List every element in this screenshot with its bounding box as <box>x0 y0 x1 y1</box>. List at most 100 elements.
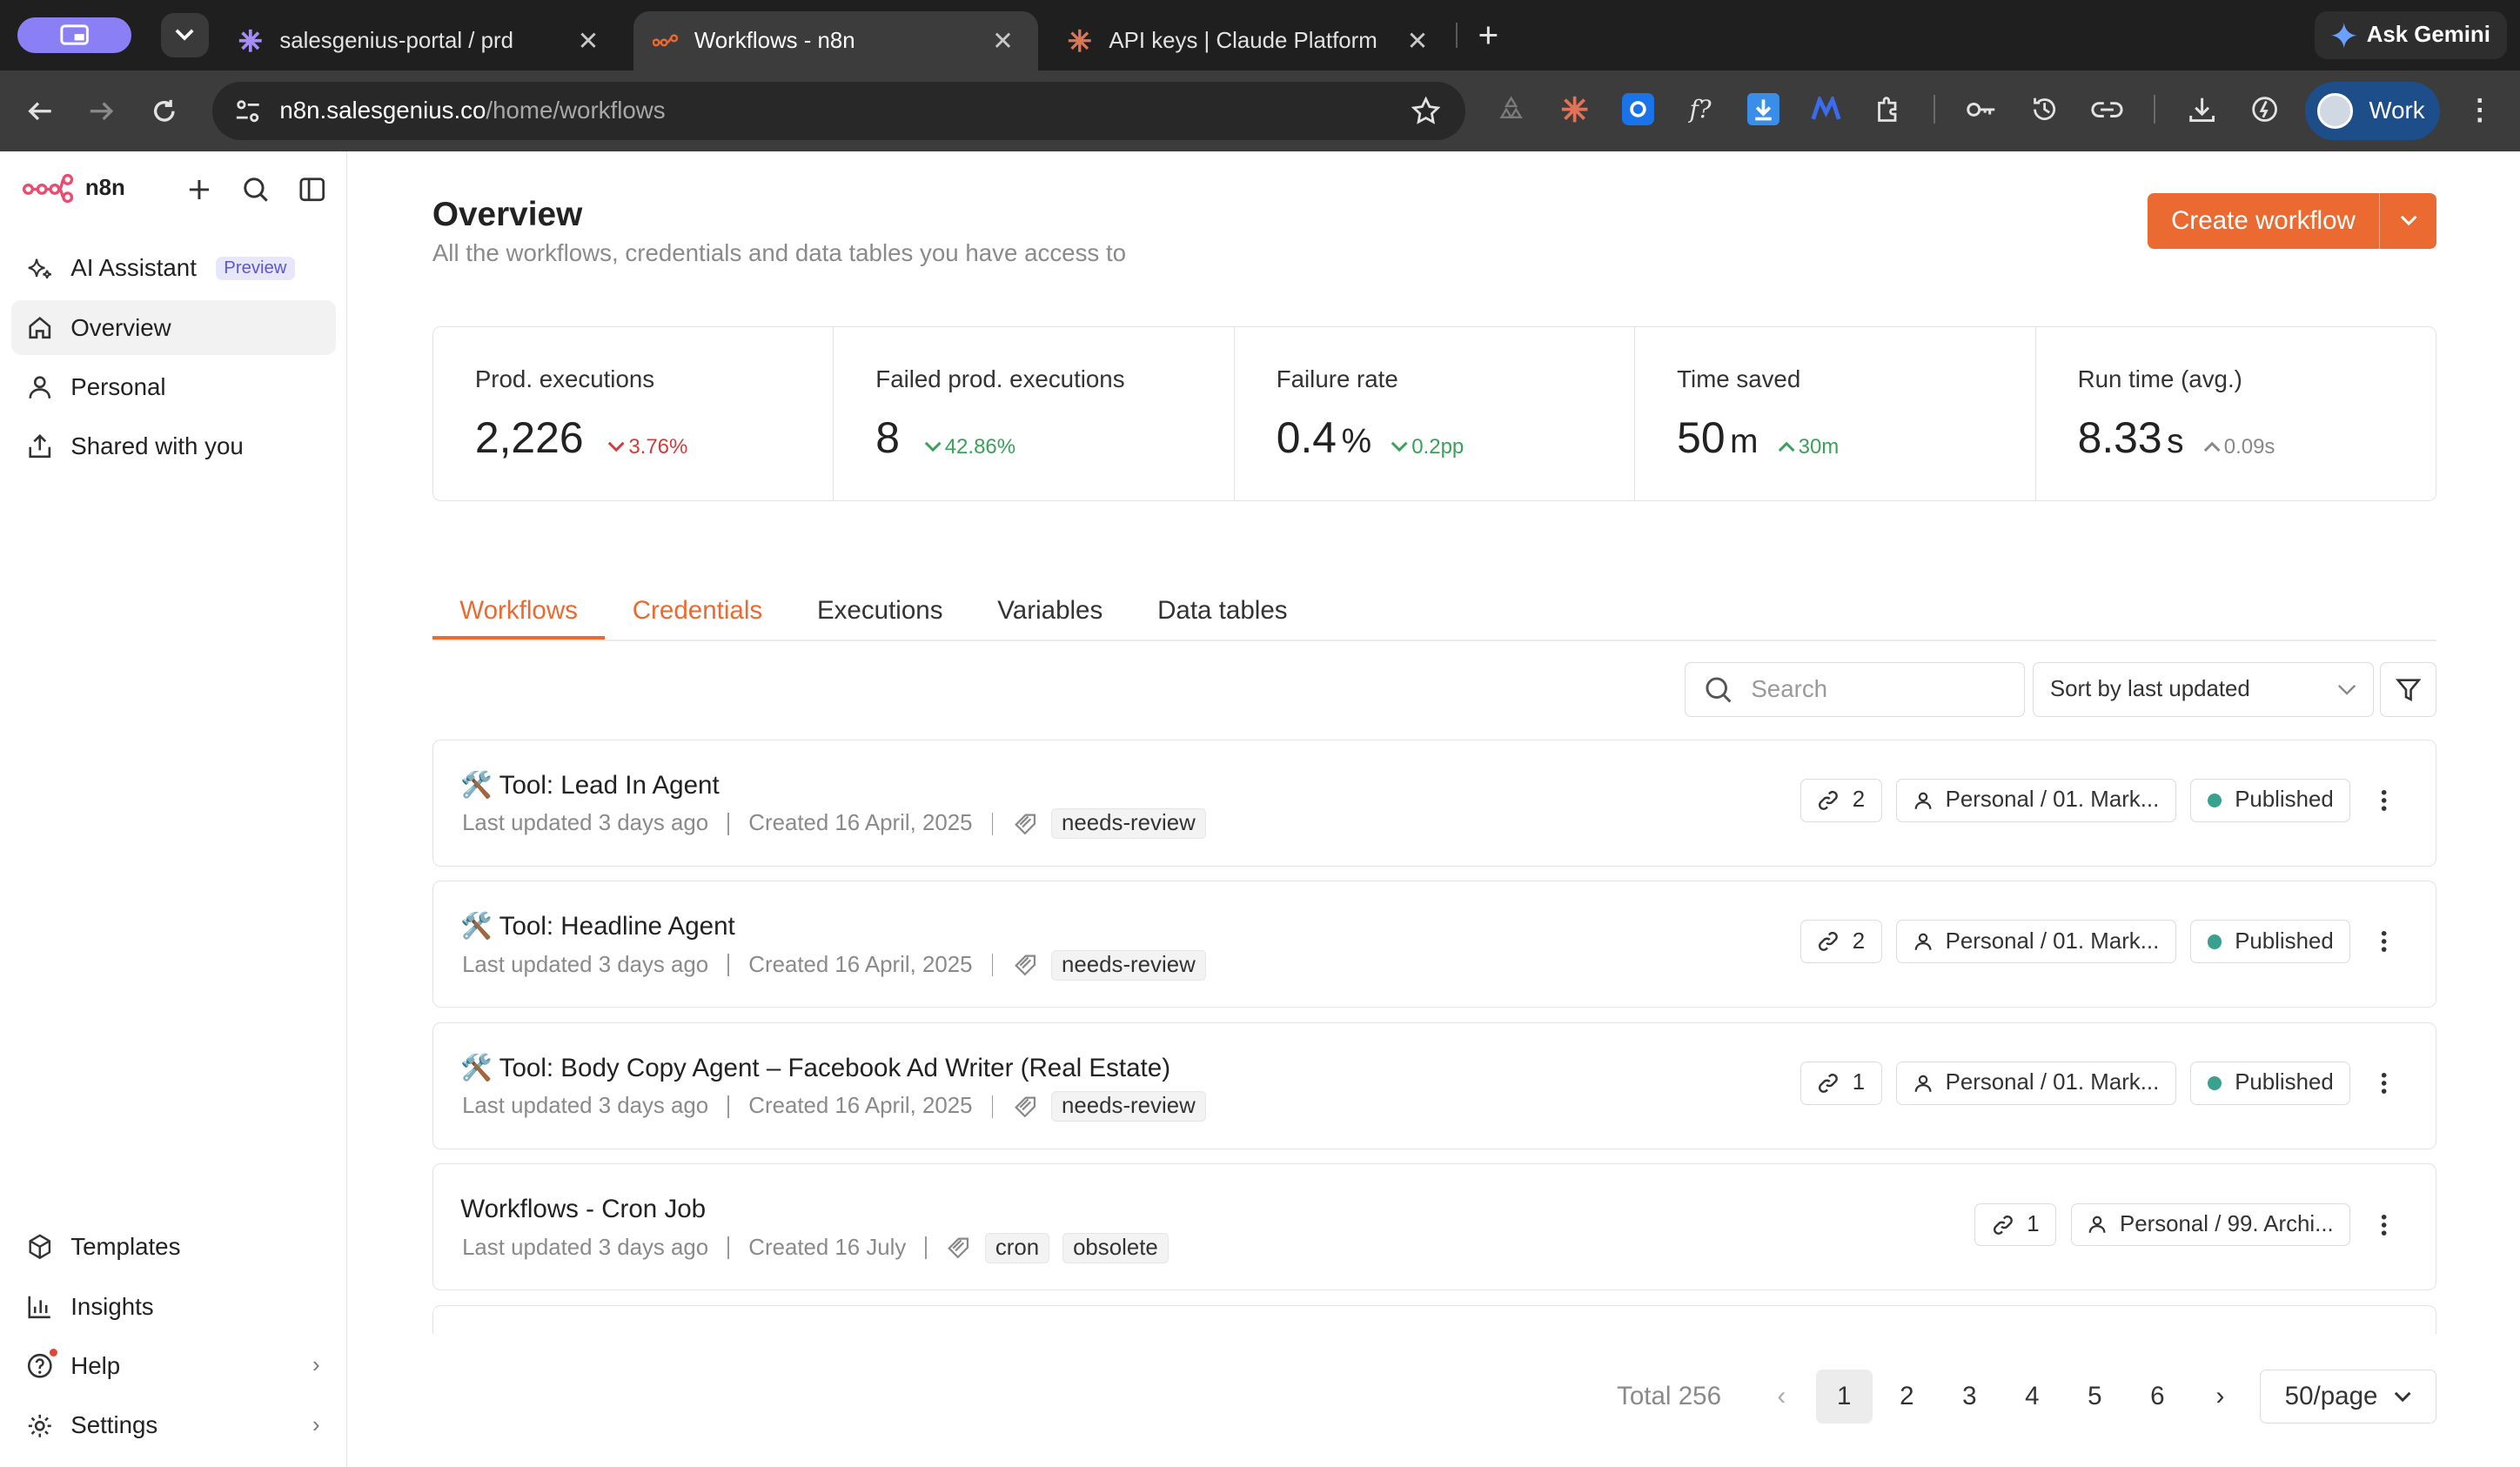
row-menu-button[interactable] <box>2365 789 2403 812</box>
row-menu-button[interactable] <box>2365 1072 2403 1095</box>
page-number-button[interactable]: 5 <box>2067 1370 2123 1424</box>
sort-select[interactable]: Sort by last updated <box>2033 661 2374 717</box>
project-badge[interactable]: Personal / 01. Mark... <box>1896 778 2176 822</box>
browser-tab-workflows[interactable]: Workflows - n8n ✕ <box>633 10 1039 71</box>
tag-badge[interactable]: cron <box>984 1232 1050 1263</box>
stat-value: 0.4 <box>1276 413 1337 463</box>
gear-extension-icon[interactable] <box>1620 91 1656 127</box>
page-number-button[interactable]: 2 <box>1879 1370 1935 1424</box>
linked-count-badge[interactable]: 2 <box>1800 920 1882 964</box>
password-key-icon[interactable] <box>1964 91 2000 127</box>
profile-button[interactable]: Work <box>2304 82 2440 140</box>
performance-icon[interactable] <box>2247 91 2282 127</box>
close-icon[interactable]: ✕ <box>987 25 1019 57</box>
new-tab-button[interactable]: + <box>1469 15 1507 55</box>
tag-badge[interactable]: needs-review <box>1050 949 1206 981</box>
bookmark-star-icon[interactable] <box>1411 96 1440 125</box>
search-field[interactable] <box>1684 661 2026 717</box>
tag-badge[interactable]: needs-review <box>1050 1091 1206 1122</box>
search-input[interactable] <box>1751 675 1993 704</box>
project-badge[interactable]: Personal / 01. Mark... <box>1896 1061 2176 1105</box>
tab-variables[interactable]: Variables <box>970 582 1130 640</box>
link-icon <box>1819 932 1839 952</box>
page-number-button[interactable]: 4 <box>2004 1370 2061 1424</box>
sidebar-item-ai-assistant[interactable]: AI Assistant Preview <box>11 241 336 296</box>
workflow-row[interactable] <box>432 1304 2437 1334</box>
browser-tab-salesgenius[interactable]: salesgenius-portal / prd ✕ <box>218 11 623 70</box>
formula-extension-icon[interactable]: f? <box>1683 91 1719 127</box>
stat-value-row: 2,226 3.76% <box>475 412 833 463</box>
browser-tab-claude[interactable]: API keys | Claude Platform ✕ <box>1048 11 1452 70</box>
claude-extension-icon[interactable] <box>1558 91 1593 127</box>
tab-credentials[interactable]: Credentials <box>605 582 789 640</box>
download-extension-icon[interactable] <box>1746 91 1781 127</box>
link-icon[interactable] <box>2089 91 2125 127</box>
reload-button[interactable] <box>143 90 184 131</box>
meta-divider <box>991 954 994 977</box>
page-number-button[interactable]: 3 <box>1941 1370 1998 1424</box>
project-badge[interactable]: Personal / 01. Mark... <box>1896 920 2176 964</box>
created-date: Created 16 July <box>748 1235 907 1260</box>
row-menu-button[interactable] <box>2365 930 2403 953</box>
page-number-button[interactable]: 1 <box>1815 1369 1873 1424</box>
puzzle-extensions-icon[interactable] <box>1871 91 1907 127</box>
sidebar-item-settings[interactable]: Settings › <box>11 1398 336 1453</box>
stat-title: Time saved <box>1677 365 1801 393</box>
page-number-button[interactable]: 6 <box>2129 1370 2186 1424</box>
create-workflow-button[interactable]: Create workflow <box>2147 192 2437 250</box>
sidebar: n8n AI Assistant Preview Overview Person… <box>0 151 347 1467</box>
next-page-button[interactable]: › <box>2192 1370 2249 1424</box>
tab-data-tables[interactable]: Data tables <box>1130 582 1315 640</box>
row-menu-button[interactable] <box>2365 1214 2403 1236</box>
workflow-row[interactable]: Workflows - Cron Job Last updated 3 days… <box>432 1163 2437 1291</box>
tab-executions[interactable]: Executions <box>790 582 970 640</box>
close-icon[interactable]: ✕ <box>573 25 605 57</box>
toolbar-divider <box>1933 94 1935 124</box>
tab-search-button[interactable] <box>160 12 210 58</box>
sidebar-item-templates[interactable]: Templates <box>11 1220 336 1275</box>
browser-menu-icon[interactable]: ⋮ <box>2463 91 2498 127</box>
workflow-name[interactable]: 🛠️ Tool: Lead In Agent <box>460 771 719 800</box>
last-updated: Last updated 3 days ago <box>462 1235 709 1260</box>
page-size-select[interactable]: 50/page <box>2259 1369 2437 1424</box>
workflow-row[interactable]: 🛠️ Tool: Lead In Agent Last updated 3 da… <box>432 739 2437 867</box>
downloads-icon[interactable] <box>2184 91 2220 127</box>
tab-workflows[interactable]: Workflows <box>432 582 607 640</box>
workflow-name[interactable]: 🛠️ Tool: Headline Agent <box>460 912 735 941</box>
history-icon[interactable] <box>2027 91 2062 127</box>
create-workflow-label: Create workflow <box>2148 192 2381 250</box>
project-badge[interactable]: Personal / 99. Archi... <box>2070 1202 2351 1247</box>
sidebar-item-help[interactable]: Help › <box>11 1339 336 1394</box>
stat-card: Run time (avg.) 8.33 s 0.09s <box>2036 327 2436 500</box>
add-icon[interactable] <box>184 173 216 205</box>
sidebar-item-shared[interactable]: Shared with you <box>11 419 336 474</box>
forward-button[interactable] <box>80 90 122 131</box>
tab-group-pill[interactable] <box>17 17 132 53</box>
workflow-name[interactable]: 🛠️ Tool: Body Copy Agent – Facebook Ad W… <box>460 1054 1170 1083</box>
linked-count-badge[interactable]: 1 <box>1974 1202 2057 1247</box>
workflow-name[interactable]: Workflows - Cron Job <box>460 1195 706 1224</box>
tag-badge[interactable]: needs-review <box>1050 808 1206 839</box>
recycle-extension-icon[interactable] <box>1493 91 1529 127</box>
workflow-row[interactable]: 🛠️ Tool: Body Copy Agent – Facebook Ad W… <box>432 1022 2437 1149</box>
m-extension-icon[interactable] <box>1808 91 1844 127</box>
create-dropdown-toggle[interactable] <box>2380 215 2436 226</box>
close-icon[interactable]: ✕ <box>1402 25 1434 57</box>
back-button[interactable] <box>19 90 61 131</box>
sidebar-item-insights[interactable]: Insights <box>11 1279 336 1334</box>
site-settings-icon[interactable] <box>235 98 261 124</box>
linked-count-badge[interactable]: 1 <box>1800 1061 1882 1105</box>
workflow-row[interactable]: 🛠️ Tool: Headline Agent Last updated 3 d… <box>432 881 2437 1008</box>
sidebar-item-overview[interactable]: Overview <box>10 300 337 356</box>
collapse-sidebar-icon[interactable] <box>296 173 328 205</box>
address-bar[interactable]: n8n.salesgenius.co/home/workflows <box>211 82 1466 140</box>
prev-page-button[interactable]: ‹ <box>1753 1370 1810 1424</box>
filter-button[interactable] <box>2380 661 2437 717</box>
ask-gemini-button[interactable]: Ask Gemini <box>2314 10 2508 60</box>
search-icon[interactable] <box>239 173 271 205</box>
tag-badge[interactable]: obsolete <box>1062 1232 1169 1263</box>
n8n-logo[interactable]: n8n <box>22 173 125 203</box>
share-icon <box>26 432 55 461</box>
sidebar-item-personal[interactable]: Personal <box>11 360 336 415</box>
linked-count-badge[interactable]: 2 <box>1800 778 1882 822</box>
